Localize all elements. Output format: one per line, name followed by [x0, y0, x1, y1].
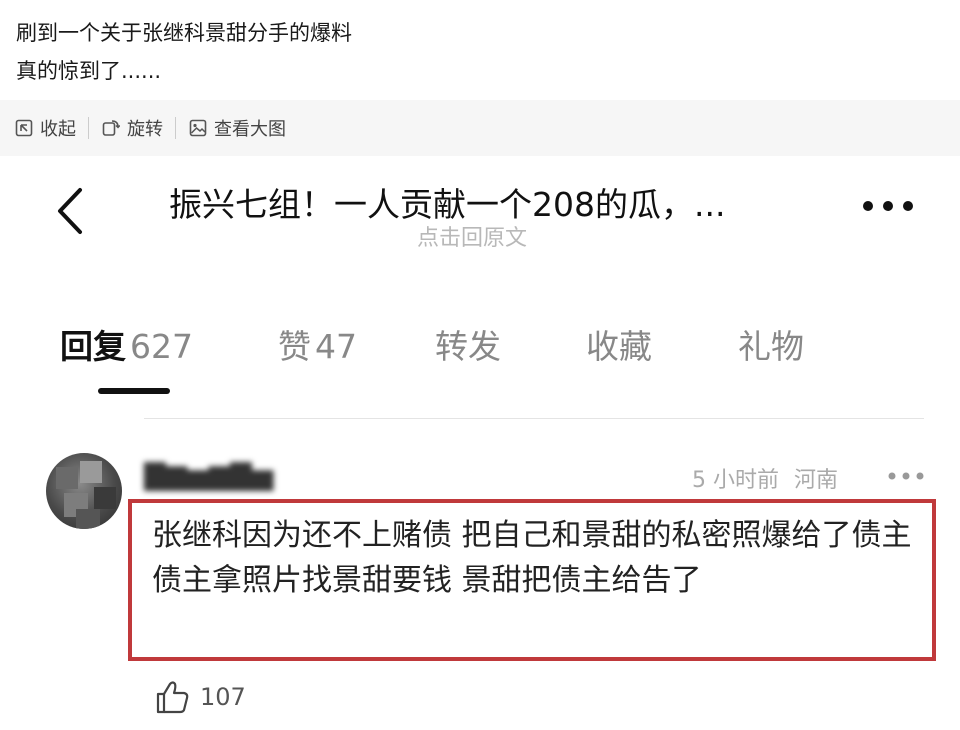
- back-button[interactable]: [52, 186, 92, 236]
- rotate-label: 旋转: [127, 119, 163, 140]
- comment-text: 张继科因为还不上赌债 把自己和景甜的私密照爆给了债主 债主拿照片找景甜要钱 景甜…: [152, 518, 912, 598]
- thumbs-up-icon: [156, 681, 189, 714]
- collapse-icon: [14, 118, 34, 138]
- more-button[interactable]: [858, 194, 918, 218]
- tab-replies-count: 627: [130, 327, 193, 366]
- chevron-left-icon: [58, 188, 82, 234]
- tab-reposts[interactable]: 转发: [435, 320, 501, 368]
- page-title: 振兴七组！一人贡献一个208的瓜，...: [169, 185, 726, 224]
- tab-gifts-label: 礼物: [738, 327, 804, 366]
- tab-replies-label: 回复: [60, 327, 126, 366]
- image-icon: [188, 118, 208, 138]
- more-icon: [863, 201, 913, 211]
- collapse-button[interactable]: 收起: [0, 115, 88, 141]
- like-count: 107: [200, 683, 246, 711]
- highlight-box: 张继科因为还不上赌债 把自己和景甜的私密照爆给了债主 债主拿照片找景甜要钱 景甜…: [128, 499, 936, 661]
- rotate-icon: [101, 118, 121, 138]
- active-tab-indicator: [98, 388, 170, 394]
- post-line-1: 刷到一个关于张继科景甜分手的爆料: [16, 21, 352, 45]
- tab-likes[interactable]: 赞 47: [278, 320, 357, 368]
- comment-location: 河南: [794, 468, 839, 493]
- comment-time: 5 小时前: [692, 468, 779, 493]
- collapse-label: 收起: [40, 119, 76, 140]
- divider: [144, 418, 924, 419]
- tab-likes-label: 赞: [278, 327, 311, 366]
- view-large-label: 查看大图: [214, 119, 286, 140]
- rotate-button[interactable]: 旋转: [89, 115, 175, 141]
- tab-gifts[interactable]: 礼物: [738, 320, 804, 368]
- view-large-button[interactable]: 查看大图: [176, 115, 298, 141]
- tab-likes-count: 47: [315, 327, 357, 366]
- back-to-original-link[interactable]: 点击回原文: [417, 220, 527, 252]
- tab-favorites[interactable]: 收藏: [586, 320, 652, 368]
- embedded-screenshot: 振兴七组！一人贡献一个208的瓜，... 点击回原文 回复 627 赞 47 转发 …: [14, 156, 960, 730]
- comment-more-button[interactable]: [886, 468, 926, 484]
- tab-replies[interactable]: 回复 627: [60, 320, 193, 368]
- post-line-2: 真的惊到了......: [16, 59, 162, 83]
- comment-meta: 5 小时前 河南: [692, 462, 838, 494]
- avatar[interactable]: [46, 453, 122, 529]
- tab-favorites-label: 收藏: [586, 327, 652, 366]
- username[interactable]: ▇▆▅▆▇▅: [144, 458, 273, 492]
- image-toolbar: 收起 旋转 查看大图: [0, 100, 960, 156]
- tab-reposts-label: 转发: [435, 327, 501, 366]
- post-text: 刷到一个关于张继科景甜分手的爆料 真的惊到了......: [16, 14, 352, 90]
- like-button[interactable]: 107: [154, 679, 246, 715]
- more-icon: [888, 472, 924, 480]
